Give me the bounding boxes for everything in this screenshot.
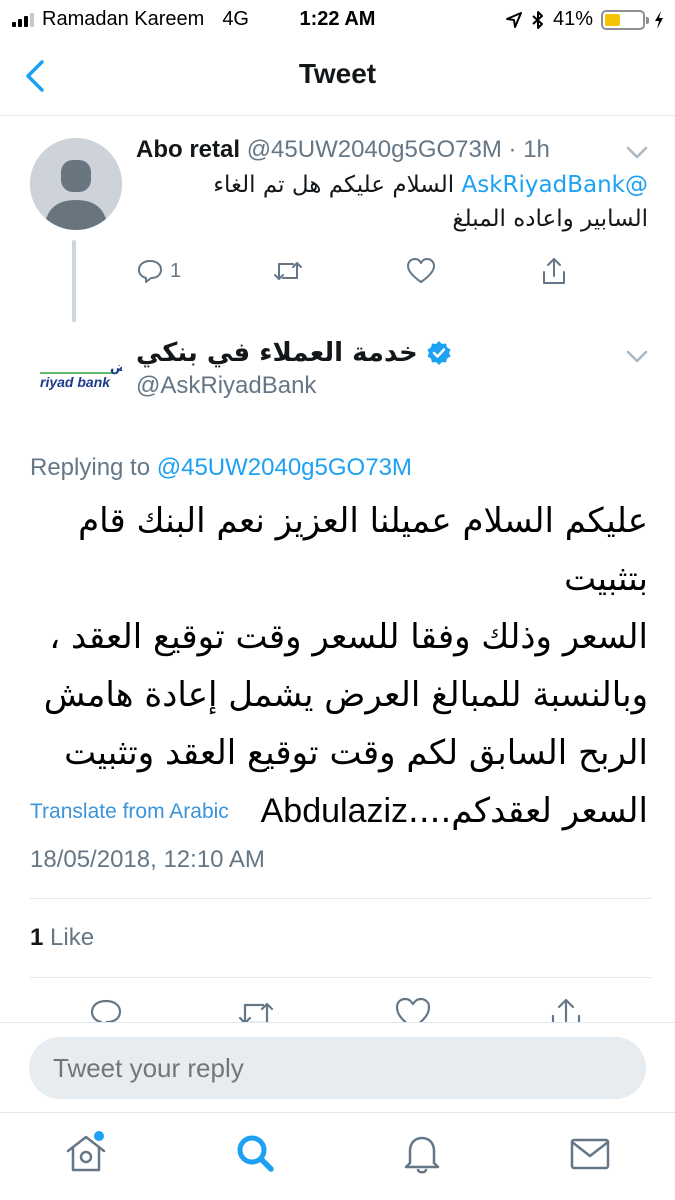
main-author-name: خدمة العملاء في بنكي xyxy=(136,338,418,368)
parent-tweet-line-1: @AskRiyadBank السلام عليكم هل تم الغاء xyxy=(136,168,648,202)
battery-icon xyxy=(601,9,649,30)
reply-icon xyxy=(138,260,162,283)
riyad-bank-logo[interactable]: بنك الرياض riyad bank xyxy=(30,343,182,403)
home-notification-dot xyxy=(94,1131,104,1141)
like-count-link[interactable]: 1 Like xyxy=(30,924,94,952)
reply-composer-bar xyxy=(0,1022,675,1112)
parent-tweet-line-1-text: السلام عليكم هل تم الغاء xyxy=(213,172,455,198)
share-icon[interactable] xyxy=(548,996,584,1022)
tab-bar xyxy=(0,1112,675,1200)
parent-tweet-separator: · xyxy=(508,136,517,163)
tab-messages[interactable] xyxy=(566,1129,614,1177)
battery-percent: 41% xyxy=(552,8,593,30)
parent-tweet-line-2: السابير واعاده المبلغ xyxy=(452,206,648,232)
like-button[interactable] xyxy=(406,256,540,286)
main-tweet-line-4: الربح السابق لكم وقت توقيع العقد وتثبيت xyxy=(64,733,648,773)
bluetooth-icon xyxy=(532,10,543,29)
status-bar: Ramadan Kareem 4G 1:22 AM 41% xyxy=(0,0,675,38)
like-count: 1 xyxy=(30,924,44,951)
main-tweet-line-3: وبالنسبة للمبالغ العرض يشمل إعادة هامش xyxy=(43,675,648,715)
parent-tweet-text: @AskRiyadBank السلام عليكم هل تم الغاء ا… xyxy=(136,168,648,236)
main-tweet-line-2: السعر وذلك وفقا للسعر وقت توقيع العقد ، xyxy=(49,617,648,657)
parent-tweet-age: 1h xyxy=(523,136,550,163)
messages-icon xyxy=(570,1138,610,1170)
share-button[interactable] xyxy=(540,256,568,286)
translate-link[interactable]: Translate from Arabic xyxy=(30,800,229,824)
main-tweet-signature: Abdulaziz xyxy=(260,792,409,830)
parent-tweet-chevron-down-icon[interactable] xyxy=(626,146,648,160)
tweet-timestamp: 18/05/2018, 12:10 AM xyxy=(30,846,265,873)
tab-search[interactable] xyxy=(231,1129,279,1177)
main-author-handle[interactable]: @AskRiyadBank xyxy=(136,372,316,400)
parent-tweet-actions: 1 xyxy=(136,256,568,286)
riyad-bank-logo-image: بنك الرياض riyad bank xyxy=(40,360,182,390)
retweet-icon[interactable] xyxy=(236,996,276,1022)
main-tweet-text: عليكم السلام عميلنا العزيز نعم البنك قام… xyxy=(28,492,648,840)
heart-icon xyxy=(407,258,435,283)
verified-badge-icon xyxy=(427,341,451,365)
parent-author-avatar[interactable] xyxy=(30,138,122,230)
main-tweet-line-1: عليكم السلام عميلنا العزيز نعم البنك قام… xyxy=(78,501,648,599)
reply-count: 1 xyxy=(170,259,182,282)
main-tweet-chevron-down-icon[interactable] xyxy=(626,350,648,364)
main-tweet-actions xyxy=(0,996,675,1022)
parent-tweet-mention[interactable]: @AskRiyadBank xyxy=(462,172,648,198)
reply-button[interactable]: 1 xyxy=(136,256,272,286)
charging-icon xyxy=(655,10,663,29)
divider xyxy=(30,898,652,899)
search-icon xyxy=(237,1135,274,1172)
replying-to-handle[interactable]: @45UW2040g5GO73M xyxy=(157,454,412,481)
replying-to: Replying to @45UW2040g5GO73M xyxy=(30,454,412,482)
replying-to-label: Replying to xyxy=(30,454,151,481)
reply-input[interactable] xyxy=(29,1037,646,1099)
parent-author-handle[interactable]: @45UW2040g5GO73M xyxy=(247,136,502,163)
page-title: Tweet xyxy=(298,58,377,89)
share-icon xyxy=(543,258,565,284)
thread-line xyxy=(72,240,76,322)
default-avatar-icon xyxy=(30,138,122,230)
reply-icon[interactable] xyxy=(88,996,124,1022)
location-icon xyxy=(505,11,522,28)
tab-notifications[interactable] xyxy=(398,1129,446,1177)
tab-home[interactable] xyxy=(62,1129,110,1177)
parent-author-name[interactable]: Abo retal xyxy=(136,136,240,163)
battery-fill xyxy=(605,13,620,26)
logo-english-text: riyad bank xyxy=(40,374,111,390)
parent-tweet-header: Abo retal @45UW2040g5GO73M · 1h xyxy=(136,136,550,164)
navigation-bar: Tweet xyxy=(0,38,675,116)
divider xyxy=(30,977,652,978)
notifications-icon xyxy=(404,1136,440,1174)
main-author-name-row[interactable]: خدمة العملاء في بنكي xyxy=(136,338,452,368)
heart-icon[interactable] xyxy=(394,996,432,1022)
retweet-button[interactable] xyxy=(272,256,406,286)
status-right: 41% xyxy=(505,8,665,31)
like-label: Like xyxy=(50,924,95,951)
main-tweet-line-5-arabic: السعر لعقدكم.... xyxy=(408,791,648,831)
retweet-icon xyxy=(274,262,302,280)
